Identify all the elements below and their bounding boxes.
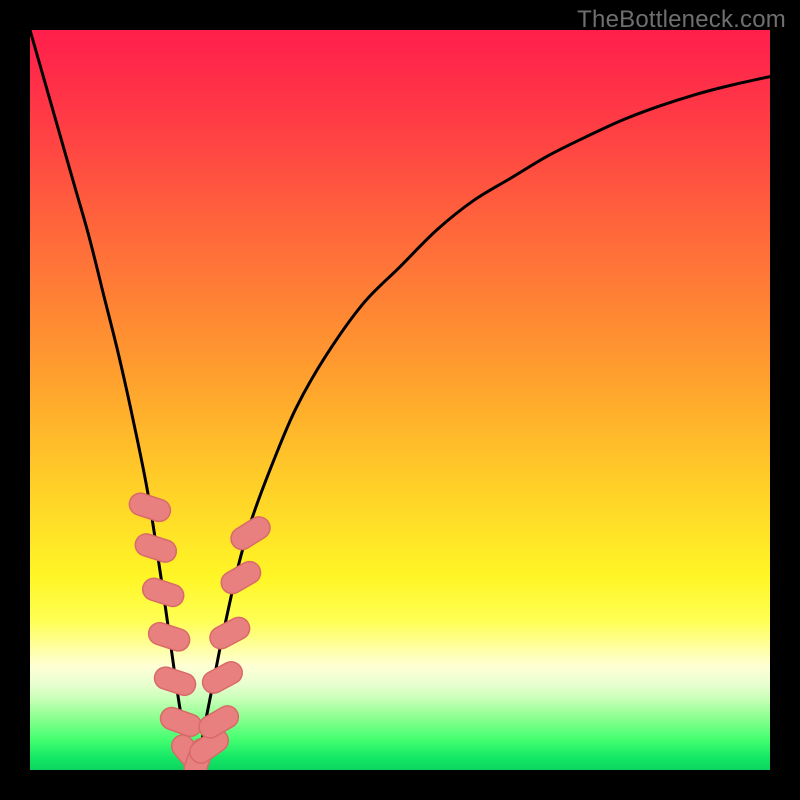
watermark-text: TheBottleneck.com xyxy=(577,6,786,34)
chart-frame: TheBottleneck.com xyxy=(0,0,800,800)
curve-marker xyxy=(206,614,253,653)
curve-marker xyxy=(140,575,187,609)
curve-marker xyxy=(217,558,264,598)
curve-marker xyxy=(132,531,179,565)
bottleneck-curve-svg xyxy=(30,30,770,770)
plot-area xyxy=(30,30,770,770)
curve-marker xyxy=(127,490,174,524)
curve-marker xyxy=(152,664,199,698)
bottleneck-curve xyxy=(30,30,770,770)
curve-marker xyxy=(146,620,193,654)
curve-marker xyxy=(199,658,246,697)
curve-marker xyxy=(157,704,204,739)
